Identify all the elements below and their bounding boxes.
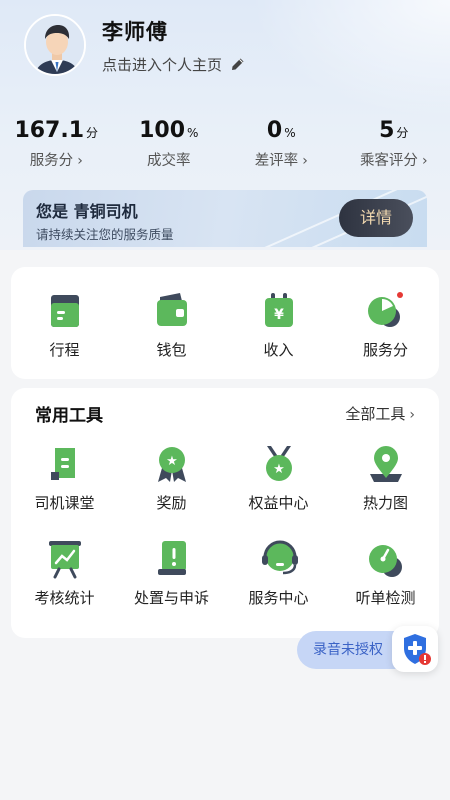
stat-label: 服务分	[29, 153, 74, 169]
quick-entry-label: 行程	[49, 341, 80, 359]
stat-unit: %	[284, 126, 296, 140]
stat-passenger-rating[interactable]: 5分 乘客评分 ›	[338, 118, 450, 170]
reward-icon: ★	[157, 447, 186, 482]
tool-reward[interactable]: ★ 奖励	[118, 444, 225, 513]
itinerary-icon	[50, 295, 79, 327]
stat-unit: 分	[86, 126, 99, 140]
driver-level-banner: 您是 青铜司机 请持续关注您的服务质量 详情	[23, 190, 427, 247]
chevron-right-icon: ›	[409, 406, 415, 423]
stat-label: 乘客评分	[359, 153, 418, 169]
profile-link-label: 点击进入个人主页	[102, 55, 223, 74]
quick-entry-label: 服务分	[362, 341, 408, 359]
tool-label: 处置与申诉	[133, 589, 209, 607]
tools-title: 常用工具	[35, 405, 103, 426]
order-detection-icon	[368, 545, 402, 577]
quick-entry-service-score[interactable]: 服务分	[332, 291, 439, 360]
driver-class-icon	[50, 448, 75, 480]
quick-entry-card: 行程 钱包 ¥ 收入 服务分	[11, 267, 439, 379]
tool-assessment-stats[interactable]: 考核统计	[11, 539, 118, 608]
recording-shield-button[interactable]	[392, 626, 438, 672]
svg-text:¥: ¥	[274, 307, 284, 323]
level-name: 青铜司机	[73, 202, 138, 221]
svg-text:★: ★	[273, 462, 285, 477]
quick-entry-label: 收入	[263, 341, 294, 359]
chevron-right-icon: ›	[77, 153, 83, 169]
stat-service-score[interactable]: 167.1 分 服务分 ›	[0, 118, 113, 170]
tool-label: 奖励	[156, 494, 187, 512]
stat-unit: %	[187, 126, 199, 140]
shield-alert-icon	[404, 634, 431, 665]
quick-entry-itinerary[interactable]: 行程	[11, 291, 118, 360]
detail-button[interactable]: 详情	[339, 199, 413, 237]
chevron-right-icon: ›	[421, 153, 428, 169]
driver-name: 李师傅	[102, 19, 168, 44]
tool-label: 考核统计	[34, 589, 95, 607]
profile-section[interactable]: 李师傅 点击进入个人主页	[24, 14, 246, 76]
stat-value: 0	[266, 118, 283, 143]
income-icon: ¥	[264, 293, 293, 327]
tool-order-detection[interactable]: 听单检测	[332, 539, 439, 608]
tool-service-center[interactable]: 服务中心	[225, 539, 332, 608]
stat-bad-review-rate[interactable]: 0% 差评率 ›	[225, 118, 338, 170]
common-tools-card: 常用工具 全部工具 › 司机课堂 ★ 奖励 ★ 权益中心 热力图 考核统计 处置…	[11, 388, 439, 638]
tool-label: 热力图	[362, 494, 408, 512]
all-tools-label: 全部工具	[345, 404, 406, 423]
tool-appeal[interactable]: 处置与申诉	[118, 539, 225, 608]
stat-completion-rate: 100% 成交率	[113, 118, 226, 170]
level-title: 您是 青铜司机	[36, 198, 138, 222]
benefits-icon: ★	[265, 446, 292, 481]
level-prefix: 您是	[36, 202, 69, 221]
stat-label: 差评率	[254, 153, 299, 169]
tool-benefits[interactable]: ★ 权益中心	[225, 444, 332, 513]
stat-value: 167.1	[14, 118, 85, 143]
appeal-icon	[157, 541, 186, 575]
svg-text:★: ★	[166, 454, 178, 469]
stat-value: 100	[139, 118, 186, 143]
quick-entry-label: 钱包	[156, 341, 187, 359]
stat-label: 成交率	[147, 153, 191, 169]
tool-label: 权益中心	[248, 494, 309, 512]
level-subtitle: 请持续关注您的服务质量	[36, 227, 174, 242]
heatmap-icon	[369, 446, 402, 482]
stats-row: 167.1 分 服务分 › 100% 成交率 0% 差评率 › 5分 乘客评分 ›	[0, 118, 450, 170]
service-score-icon	[367, 292, 403, 327]
stat-unit: 分	[396, 126, 409, 140]
stat-value: 5	[379, 118, 395, 143]
tool-heatmap[interactable]: 热力图	[332, 444, 439, 513]
edit-pencil-icon[interactable]	[230, 56, 246, 72]
chevron-right-icon: ›	[302, 153, 308, 169]
driver-avatar-icon	[26, 16, 84, 74]
tool-driver-class[interactable]: 司机课堂	[11, 444, 118, 513]
wallet-icon	[156, 293, 187, 326]
quick-entry-income[interactable]: ¥ 收入	[225, 291, 332, 360]
tool-label: 服务中心	[248, 589, 309, 607]
assessment-stats-icon	[48, 541, 81, 579]
avatar[interactable]	[24, 14, 86, 76]
tool-label: 听单检测	[355, 589, 416, 607]
quick-entry-wallet[interactable]: 钱包	[118, 291, 225, 360]
service-center-icon	[261, 540, 298, 575]
tool-label: 司机课堂	[34, 494, 95, 512]
profile-home-link[interactable]: 点击进入个人主页	[102, 54, 246, 75]
all-tools-link[interactable]: 全部工具 ›	[345, 403, 415, 424]
